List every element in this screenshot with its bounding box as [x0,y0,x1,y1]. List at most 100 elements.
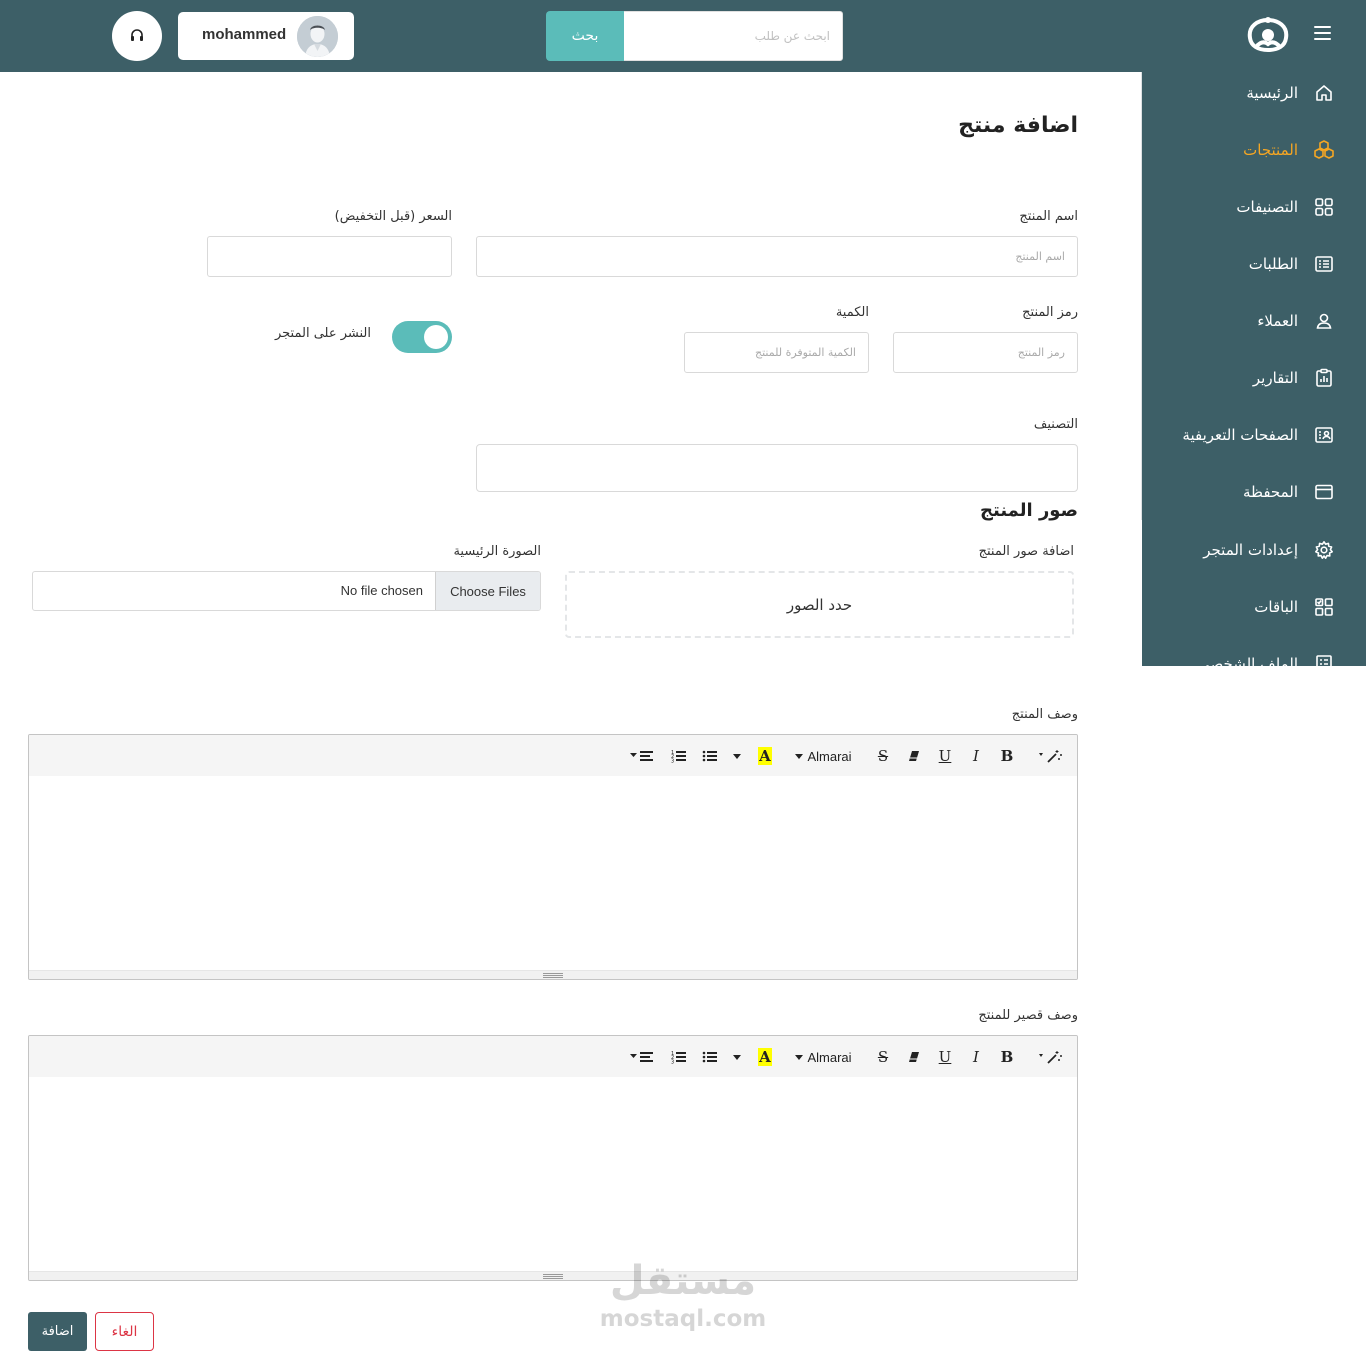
highlight-color-icon[interactable]: A [754,1046,776,1068]
grip-icon [543,973,563,974]
customers-icon [1312,309,1336,333]
profile-icon [1312,652,1336,666]
editor-resize-handle[interactable] [29,1271,1077,1280]
images-section-title: صور المنتج [980,500,1078,521]
sidebar-item-wallet[interactable]: المحفظة [1142,477,1336,507]
italic-icon[interactable]: I [965,1046,987,1068]
publish-toggle[interactable] [392,321,452,353]
add-product-button[interactable]: اضافة [28,1312,87,1351]
sidebar-item-label: الصفحات التعريفية [1182,426,1298,444]
font-family-dropdown[interactable]: Almarai [791,745,855,767]
font-family-dropdown[interactable]: Almarai [791,1046,855,1068]
magic-style-icon[interactable] [1035,1046,1067,1068]
sidebar-item-reports[interactable]: التقارير [1142,363,1336,393]
sku-label: رمز المنتج [1022,305,1078,320]
sku-field[interactable] [893,332,1078,373]
main-image-file-input[interactable]: Choose Files No file chosen [32,571,541,611]
search-input[interactable] [623,11,843,61]
description-editor: B I U S Almarai A 123 [28,734,1078,980]
quantity-label: الكمية [835,305,869,320]
images-dropzone[interactable]: حدد الصور [565,571,1074,638]
store-logo[interactable] [1242,14,1294,56]
cancel-button[interactable]: الغاء [95,1312,154,1351]
unordered-list-icon[interactable] [699,1046,721,1068]
ordered-list-icon[interactable]: 123 [668,1046,690,1068]
strikethrough-icon[interactable]: S [872,745,894,767]
mostaql-watermark: مستقل mostaql.com [598,1250,768,1332]
strikethrough-icon[interactable]: S [872,1046,894,1068]
sidebar-item-customers[interactable]: العملاء [1142,306,1336,336]
orders-icon [1312,252,1336,276]
short-description-label: وصف قصير للمنتج [978,1008,1078,1023]
italic-icon[interactable]: I [965,745,987,767]
quantity-field[interactable] [684,332,869,373]
underline-icon[interactable]: U [934,1046,956,1068]
short-description-editor: B I U S Almarai A 123 [28,1035,1078,1281]
sidebar-item-categories[interactable]: التصنيفات [1142,192,1336,222]
sidebar-item-products[interactable]: المنتجات [1142,135,1336,165]
reports-icon [1312,366,1336,390]
font-family-value: Almarai [807,748,852,764]
user-menu[interactable]: mohammed [178,12,354,60]
svg-text:3: 3 [671,759,674,764]
sidebar-item-label: العملاء [1257,312,1298,330]
ordered-list-icon[interactable]: 123 [668,745,690,767]
highlight-color-icon[interactable]: A [754,745,776,767]
price-field[interactable] [207,236,452,277]
categories-icon [1312,195,1336,219]
dropzone-text: حدد الصور [786,595,853,614]
home-icon [1312,81,1336,105]
product-name-label: اسم المنتج [1019,209,1078,224]
settings-icon [1312,538,1336,562]
no-file-text: No file chosen [340,583,423,598]
editor-toolbar: B I U S Almarai A 123 [29,1036,1077,1077]
color-dropdown-icon[interactable] [731,1046,743,1068]
menu-toggle-icon[interactable] [1310,22,1334,48]
top-header: بحث mohammed [0,0,1366,72]
color-dropdown-icon[interactable] [731,745,743,767]
magic-style-icon[interactable] [1035,745,1067,767]
sidebar-item-packages[interactable]: الباقات [1142,592,1336,622]
support-headset-icon[interactable] [112,11,162,61]
sidebar-item-label: التقارير [1252,369,1298,387]
sidebar-item-settings[interactable]: إعدادات المتجر [1142,535,1336,565]
watermark-arabic: مستقل [610,1258,756,1304]
paragraph-align-icon[interactable] [627,1046,657,1068]
underline-icon[interactable]: U [934,745,956,767]
product-name-field[interactable] [476,236,1078,277]
sidebar-item-orders[interactable]: الطلبات [1142,249,1336,279]
choose-files-button[interactable]: Choose Files [435,572,540,610]
avatar [297,16,338,57]
search-button[interactable]: بحث [546,11,624,61]
sidebar-item-label: المحفظة [1242,483,1298,501]
sidebar-item-pages[interactable]: الصفحات التعريفية [1142,420,1336,450]
editor-content-area[interactable] [29,1077,1077,1272]
bold-icon[interactable]: B [996,1046,1018,1068]
description-label: وصف المنتج [1011,707,1078,722]
sidebar-item-profile[interactable]: الملف الشخصي [1142,649,1336,666]
bold-icon[interactable]: B [996,745,1018,767]
eraser-icon[interactable] [903,1046,925,1068]
editor-content-area[interactable] [29,776,1077,971]
paragraph-align-icon[interactable] [627,745,657,767]
wallet-icon [1312,480,1336,504]
svg-text:3: 3 [671,1060,674,1065]
sidebar-item-label: الملف الشخصي [1198,655,1298,666]
price-label: السعر (قبل التخفيض) [334,209,452,224]
sidebar-item-home[interactable]: الرئيسية [1142,78,1336,108]
page-title: اضافة منتج [958,113,1078,138]
pages-icon [1312,423,1336,447]
category-select[interactable] [476,444,1078,492]
watermark-latin: mostaql.com [600,1306,766,1332]
unordered-list-icon[interactable] [699,745,721,767]
sidebar-item-label: المنتجات [1243,141,1298,159]
add-images-label: اضافة صور المنتج [978,544,1074,559]
editor-resize-handle[interactable] [29,970,1077,979]
sidebar-item-label: الطلبات [1248,255,1298,273]
main-image-label: الصورة الرئيسية [453,544,541,559]
eraser-icon[interactable] [903,745,925,767]
sidebar: الرئيسية المنتجات التصنيفات الطلبات العم… [1142,72,1366,666]
sidebar-item-label: إعدادات المتجر [1203,541,1298,559]
editor-toolbar: B I U S Almarai A 123 [29,735,1077,776]
sidebar-item-label: الباقات [1254,598,1298,616]
